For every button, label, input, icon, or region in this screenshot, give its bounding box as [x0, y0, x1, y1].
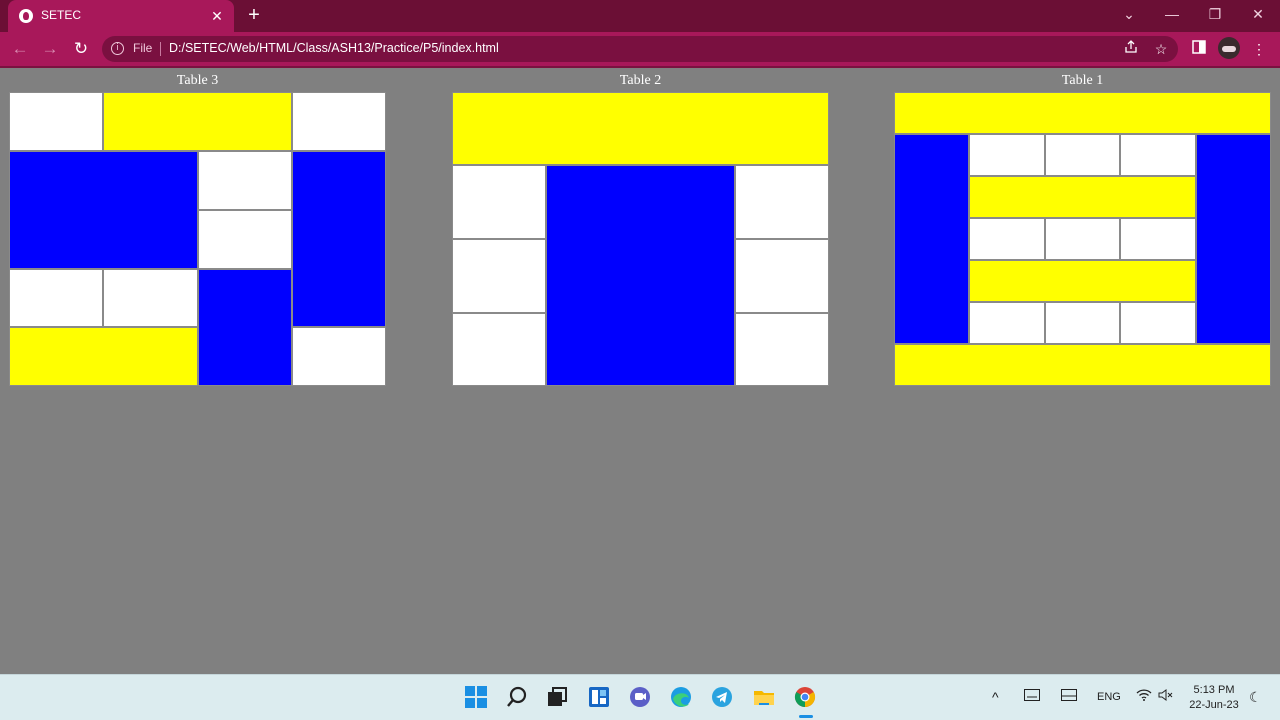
table-cell — [969, 302, 1045, 344]
table-cell — [894, 344, 1271, 386]
table-cell — [1120, 218, 1196, 260]
clock-date: 22-Jun-23 — [1189, 699, 1239, 711]
table-1 — [894, 92, 1271, 386]
table-cell — [9, 269, 103, 327]
table-cell — [103, 92, 292, 151]
table-cell — [735, 313, 829, 386]
table-cell — [198, 151, 292, 210]
browser-toolbar: ← → ↻ i File D:/SETEC/Web/HTML/Class/ASH… — [0, 32, 1280, 68]
search-icon[interactable] — [505, 685, 529, 709]
new-tab-button[interactable]: + — [244, 4, 264, 26]
table-cell — [969, 218, 1045, 260]
close-tab-icon[interactable]: ✕ — [208, 6, 226, 26]
address-separator — [160, 42, 161, 56]
wifi-icon[interactable] — [1136, 689, 1152, 704]
table-2-caption: Table 2 — [619, 73, 662, 88]
volume-muted-icon[interactable] — [1158, 689, 1174, 704]
tab-title: SETEC — [41, 8, 82, 22]
table-cell — [292, 92, 386, 151]
table-cell — [452, 92, 829, 165]
globe-icon — [19, 9, 33, 23]
table-cell — [735, 165, 829, 239]
browser-tab[interactable]: SETEC ✕ — [8, 0, 234, 32]
table-cell — [1120, 134, 1196, 176]
minimize-button[interactable]: — — [1162, 4, 1182, 24]
table-cell — [452, 313, 546, 386]
widgets-icon[interactable] — [587, 685, 611, 709]
taskbar: ^ ENG 5:13 PM 22-Jun-23 ☾ — [0, 674, 1280, 720]
side-panel-icon[interactable] — [1189, 39, 1209, 59]
table-cell — [9, 327, 198, 386]
table-cell — [9, 151, 198, 269]
table-cell — [452, 239, 546, 313]
touchpad-icon[interactable] — [1061, 689, 1077, 704]
notifications-icon[interactable]: ☾ — [1249, 689, 1262, 706]
table-cell — [1045, 218, 1120, 260]
close-window-button[interactable]: ✕ — [1248, 4, 1268, 24]
table-cell — [198, 210, 292, 269]
edge-icon[interactable] — [669, 685, 693, 709]
tab-strip: SETEC ✕ + ⌄ — ❐ ✕ — [0, 0, 1280, 32]
table-3-caption: Table 3 — [176, 73, 219, 88]
language-indicator[interactable]: ENG — [1097, 691, 1121, 703]
table-2 — [452, 92, 829, 386]
table-cell — [292, 151, 386, 327]
windows-start-icon[interactable] — [464, 685, 488, 709]
table-cell — [103, 269, 198, 327]
table-cell — [894, 134, 969, 344]
more-menu-icon[interactable]: ⋮ — [1249, 39, 1269, 59]
back-button[interactable]: ← — [9, 38, 31, 60]
info-icon[interactable]: i — [111, 42, 124, 55]
tray-chevron-icon[interactable]: ^ — [992, 689, 999, 705]
clock-time: 5:13 PM — [1193, 684, 1235, 696]
table-cell — [735, 239, 829, 313]
teams-chat-icon[interactable] — [628, 685, 652, 709]
table-cell — [1045, 134, 1120, 176]
keyboard-icon[interactable] — [1024, 689, 1040, 704]
table-cell — [9, 92, 103, 151]
address-bar[interactable]: i File D:/SETEC/Web/HTML/Class/ASH13/Pra… — [102, 36, 1178, 62]
table-cell — [292, 327, 386, 386]
reload-button[interactable]: ↻ — [70, 38, 92, 60]
task-view-icon[interactable] — [545, 685, 569, 709]
address-url[interactable]: D:/SETEC/Web/HTML/Class/ASH13/Practice/P… — [169, 41, 499, 55]
table-cell — [969, 260, 1196, 302]
clock[interactable]: 5:13 PM 22-Jun-23 — [1186, 683, 1242, 713]
table-cell — [1196, 134, 1271, 344]
chrome-icon[interactable] — [793, 685, 817, 709]
star-icon[interactable]: ☆ — [1152, 40, 1170, 58]
telegram-icon[interactable] — [710, 685, 734, 709]
file-explorer-icon[interactable] — [752, 685, 776, 709]
file-scheme-label: File — [133, 41, 153, 55]
table-cell — [1120, 302, 1196, 344]
maximize-button[interactable]: ❐ — [1205, 4, 1225, 24]
table-cell — [969, 176, 1196, 218]
table-cell — [452, 165, 546, 239]
table-3 — [9, 92, 386, 386]
table-cell — [546, 165, 735, 386]
active-app-indicator — [799, 715, 813, 718]
share-icon[interactable] — [1122, 40, 1140, 58]
table-1-caption: Table 1 — [1061, 73, 1104, 88]
profile-avatar[interactable] — [1218, 37, 1240, 59]
tab-search-icon[interactable]: ⌄ — [1119, 4, 1139, 24]
table-cell — [1045, 302, 1120, 344]
table-cell — [894, 92, 1271, 134]
table-cell — [198, 269, 292, 386]
table-cell — [969, 134, 1045, 176]
forward-button[interactable]: → — [39, 38, 61, 60]
